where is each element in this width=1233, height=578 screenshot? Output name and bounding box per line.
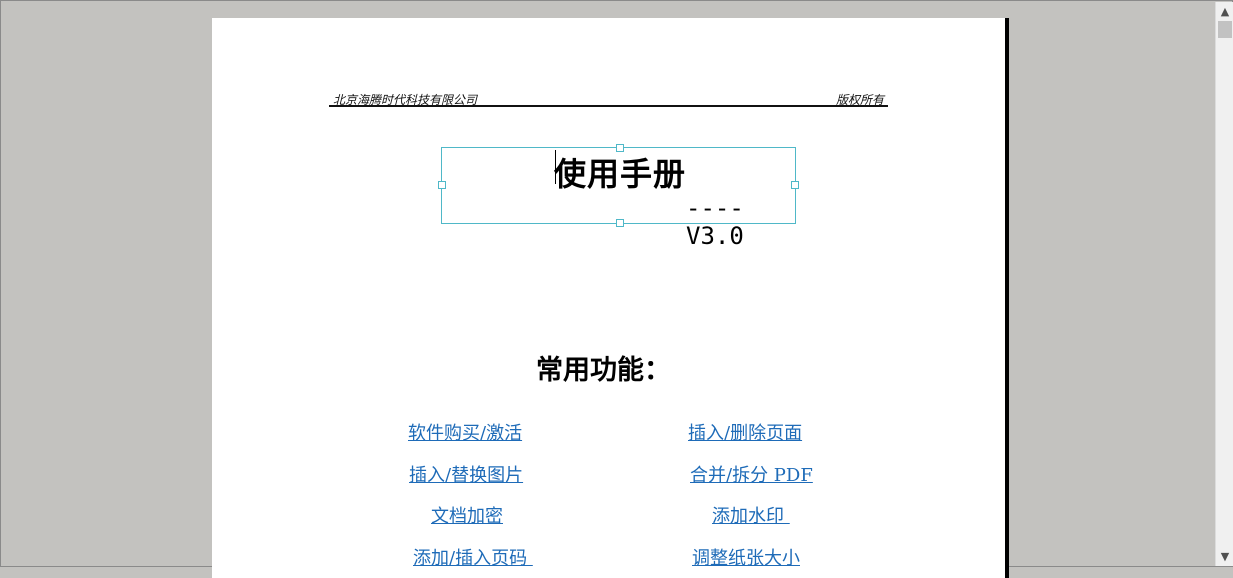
title-textbox[interactable]: 使用手册 ----V3.0 [438,144,799,250]
resize-handle-left[interactable] [438,181,446,189]
document-title[interactable]: 使用手册 [554,149,686,195]
document-page: 北京海腾时代科技有限公司 版权所有 使用手册 ----V3.0 常用功能： 软件… [212,18,1009,578]
link-insert-delete-page[interactable]: 插入/删除页面 [688,419,802,445]
link-encrypt-document[interactable]: 文档加密 [431,502,503,528]
features-heading: 常用功能： [536,355,671,386]
link-insert-replace-image[interactable]: 插入/替换图片 [409,461,523,487]
scroll-thumb[interactable] [1218,21,1232,38]
link-add-page-number[interactable]: 添加/插入页码 [413,544,533,570]
document-version[interactable]: ----V3.0 [686,194,795,250]
link-merge-split-pdf[interactable]: 合并/拆分 PDF [690,461,813,487]
vertical-scrollbar[interactable]: ▲ ▼ [1215,2,1233,566]
link-add-watermark[interactable]: 添加水印 [712,502,790,528]
chevron-up-icon[interactable]: ▲ [1216,3,1233,20]
link-resize-paper[interactable]: 调整纸张大小 [692,544,800,570]
chevron-down-icon[interactable]: ▼ [1216,548,1233,565]
header-rule [329,105,888,107]
link-purchase-activate[interactable]: 软件购买/激活 [408,419,522,445]
resize-handle-right[interactable] [791,181,799,189]
resize-handle-bottom[interactable] [616,219,624,227]
document-viewer: 北京海腾时代科技有限公司 版权所有 使用手册 ----V3.0 常用功能： 软件… [0,0,1233,578]
